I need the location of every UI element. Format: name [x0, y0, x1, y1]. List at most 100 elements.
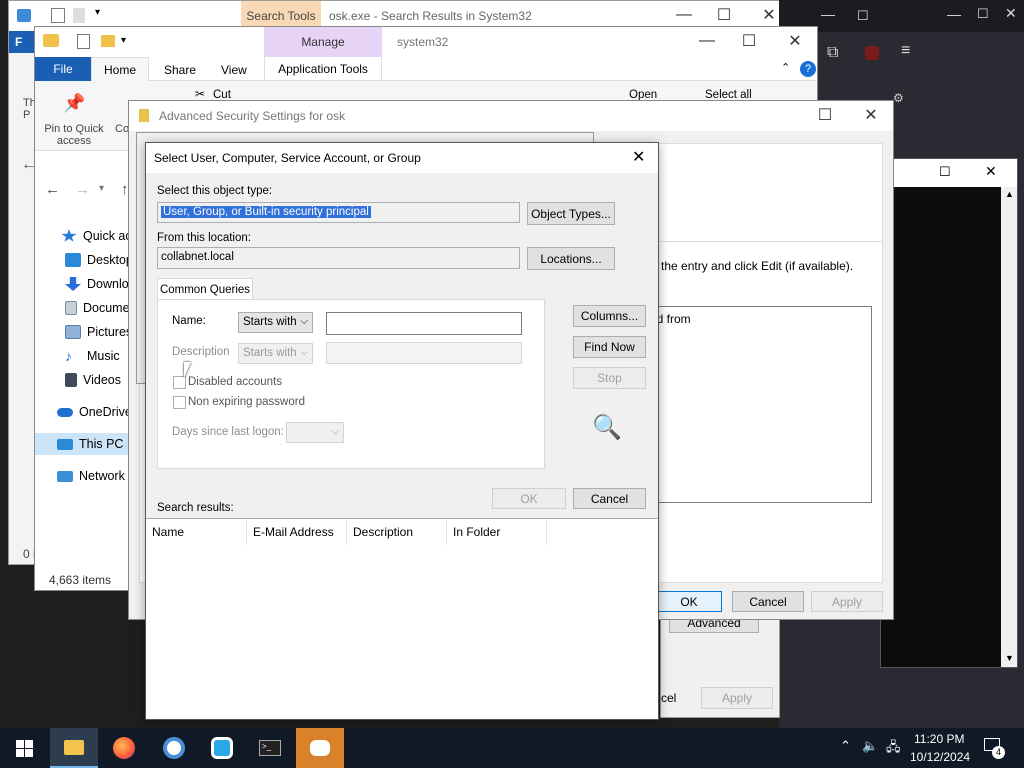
help-icon[interactable]: ? [800, 61, 816, 77]
locations-button[interactable]: Locations... [527, 247, 615, 270]
notification-center-button[interactable]: 4 [980, 736, 1006, 760]
nav-documents[interactable]: Docume [65, 297, 130, 319]
back-arrow-icon[interactable]: ← [45, 181, 60, 198]
minimize-button[interactable]: — [664, 1, 704, 29]
file-tab-partial[interactable]: F [15, 35, 22, 49]
close-button[interactable]: ✕ [985, 163, 997, 180]
qat-properties-icon[interactable] [77, 34, 90, 49]
find-now-button[interactable]: Find Now [573, 336, 646, 358]
apply-button[interactable]: Apply [811, 591, 883, 612]
nav-desktop[interactable]: Desktop [65, 249, 133, 271]
chevron-down-icon[interactable]: ▾ [121, 35, 126, 46]
forward-arrow-icon[interactable]: → [75, 181, 90, 198]
column-header-description[interactable]: Description [347, 519, 447, 545]
scroll-down-icon[interactable]: ▼ [1005, 653, 1014, 663]
search-results-list[interactable]: Name E-Mail Address Description In Folde… [146, 518, 658, 719]
speaker-icon[interactable]: 🔈 [862, 738, 878, 754]
network-icon[interactable]: 🖧 [886, 738, 901, 760]
stop-button[interactable]: Stop [573, 367, 646, 389]
maximize-button[interactable]: ☐ [939, 164, 951, 180]
menu-icon[interactable]: ≡ [901, 42, 910, 60]
browser-max-button[interactable]: ☐ [977, 6, 989, 22]
apply-button[interactable]: Apply [701, 687, 773, 709]
nav-quick-access[interactable]: Quick acc [61, 225, 135, 247]
object-type-field: User, Group, or Built-in security princi… [157, 202, 520, 223]
pin-quick-access-button[interactable]: Pin to Quick access [41, 123, 107, 147]
qat-folder-icon[interactable] [101, 35, 115, 47]
maximize-button[interactable]: ☐ [729, 27, 769, 55]
close-button[interactable]: ✕ [775, 27, 815, 55]
name-filter-select[interactable]: Starts with ⌵ [238, 312, 313, 333]
clock-date[interactable]: 10/12/2024 [910, 750, 970, 764]
taskbar-app[interactable] [198, 728, 246, 768]
nav-pictures[interactable]: Pictures [65, 321, 132, 343]
location-label: From this location: [157, 232, 251, 244]
taskbar-discord[interactable] [296, 728, 344, 768]
settings-gear-icon[interactable]: ⚙ [893, 91, 904, 105]
column-header-email[interactable]: E-Mail Address [247, 519, 347, 545]
ublock-icon[interactable] [865, 46, 879, 60]
ok-button[interactable]: OK [492, 488, 566, 509]
scroll-up-icon[interactable]: ▲ [1005, 189, 1014, 199]
nav-this-pc[interactable]: This PC [35, 433, 135, 455]
tab-home[interactable]: Home [91, 57, 149, 82]
minimize-button[interactable]: — [687, 27, 727, 55]
taskbar-firefox[interactable] [100, 728, 148, 768]
columns-button[interactable]: Columns... [573, 305, 646, 327]
extensions-icon[interactable]: ⧉ [827, 44, 838, 62]
cancel-button[interactable]: Cancel [573, 488, 646, 509]
close-button[interactable]: ✕ [632, 147, 645, 167]
tab-application-tools[interactable]: Application Tools [264, 57, 382, 81]
nav-videos[interactable]: Videos [65, 369, 121, 391]
nav-music[interactable]: ♪ Music [65, 345, 120, 367]
browser-close-button[interactable]: ✕ [1005, 5, 1017, 22]
column-header-name[interactable]: Name [146, 519, 247, 545]
clock-time[interactable]: 11:20 PM [914, 732, 964, 746]
maximize-button[interactable]: ☐ [857, 8, 869, 24]
start-button[interactable] [0, 728, 48, 768]
name-input[interactable] [326, 312, 522, 335]
days-since-logon-select[interactable]: ⌵ [286, 422, 344, 443]
copy-button-partial[interactable]: Co [115, 123, 129, 135]
minimize-button[interactable]: — [821, 6, 835, 22]
tab-view[interactable]: View [221, 63, 247, 77]
nav-downloads[interactable]: Downlo [65, 273, 129, 295]
location-field: collabnet.local [157, 247, 520, 269]
tab-app-tools-label: Application Tools [278, 62, 368, 76]
tab-share[interactable]: Share [164, 63, 196, 77]
network-icon [57, 470, 73, 482]
description-input[interactable] [326, 342, 522, 364]
qat-newfolder-icon[interactable] [73, 8, 85, 23]
tab-file[interactable]: File [35, 57, 91, 81]
taskbar-file-explorer[interactable] [50, 728, 98, 768]
terminal-scrollbar[interactable] [1001, 187, 1017, 667]
nav-label: Network [79, 469, 125, 483]
ribbon-collapse-icon[interactable]: ⌃ [781, 61, 790, 74]
desktop-icon [65, 253, 81, 267]
permission-entries-list[interactable]: ed from [649, 306, 872, 503]
object-types-button[interactable]: Object Types... [527, 202, 615, 225]
ribbon-tabs: File Home Share View Application Tools ⌃… [35, 57, 817, 82]
column-header-label: Name [152, 525, 185, 539]
nav-onedrive[interactable]: OneDrive [57, 401, 132, 423]
browser-min-button[interactable]: — [947, 6, 961, 22]
manage-tab[interactable]: Manage [264, 27, 382, 57]
taskbar-terminal[interactable]: >_ [246, 728, 294, 768]
description-filter-value: Starts with [243, 347, 297, 359]
column-header-in-folder[interactable]: In Folder [447, 519, 547, 545]
ok-button[interactable]: OK [656, 591, 722, 612]
taskbar-chrome[interactable] [150, 728, 198, 768]
qat-properties-icon[interactable] [51, 8, 65, 23]
chevron-down-icon[interactable]: ▾ [95, 7, 100, 18]
nav-network[interactable]: Network [57, 465, 125, 487]
cancel-button[interactable]: Cancel [732, 591, 804, 612]
chevron-down-icon[interactable]: ▾ [99, 183, 104, 194]
maximize-button[interactable]: ☐ [805, 101, 845, 129]
cancel-button-partial[interactable]: cel [661, 691, 676, 705]
non-expiring-checkbox[interactable] [173, 396, 186, 409]
close-button[interactable]: ✕ [851, 101, 891, 129]
tab-common-queries[interactable]: Common Queries [157, 278, 253, 300]
maximize-button[interactable]: ☐ [704, 1, 744, 29]
description-filter-select[interactable]: Starts with ⌵ [238, 343, 313, 364]
chevron-up-icon[interactable]: ⌃ [840, 738, 851, 754]
